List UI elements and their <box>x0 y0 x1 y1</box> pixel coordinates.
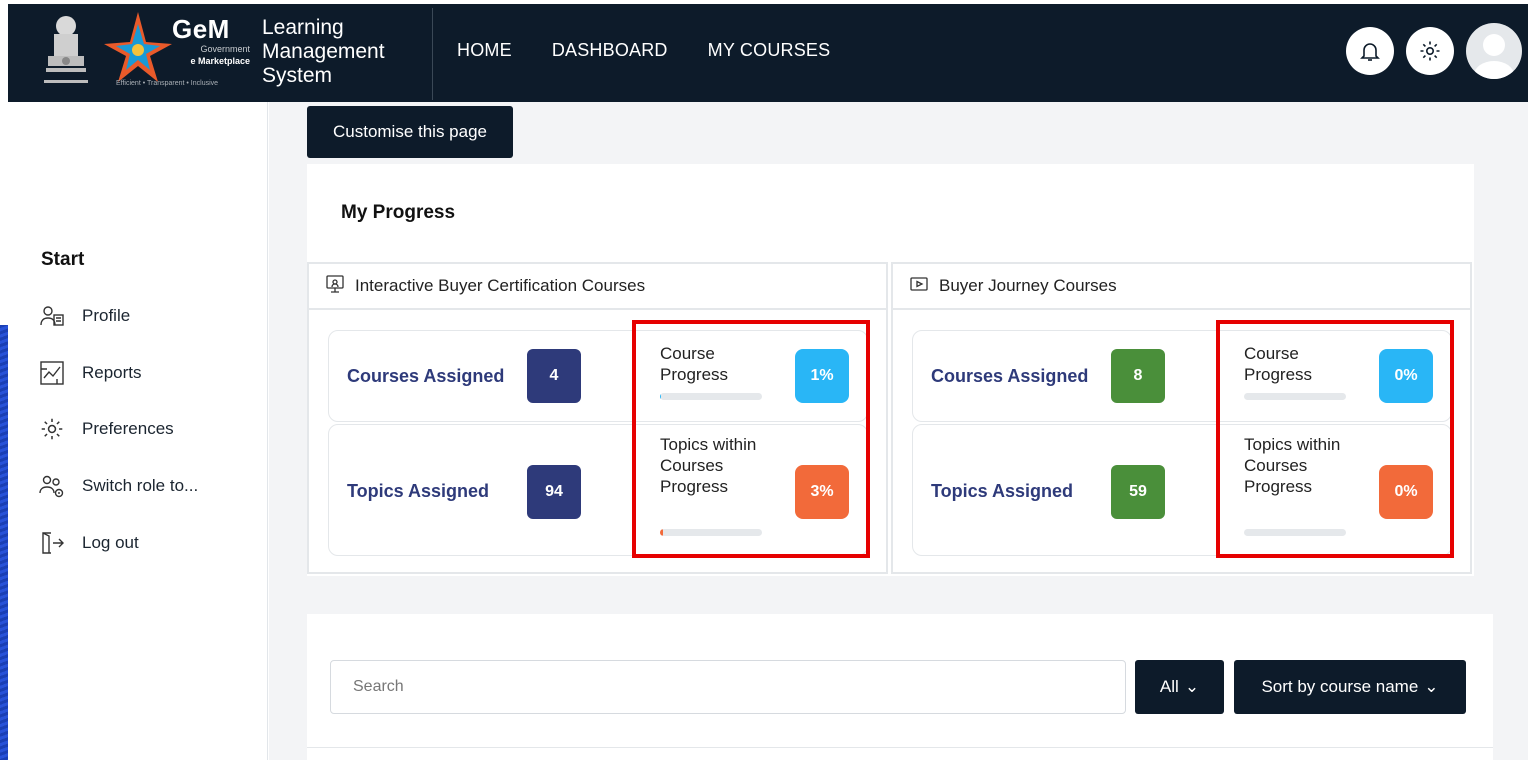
chevron-down-icon: ⌄ <box>1184 677 1200 696</box>
main-nav: HOME DASHBOARD MY COURSES <box>457 40 830 61</box>
courses-assigned-count: 4 <box>527 349 581 403</box>
national-emblem-icon <box>44 16 88 83</box>
sidebar: Start Profile Reports Preferences Switch… <box>8 102 268 760</box>
gear-icon <box>1420 41 1440 61</box>
highlight-box <box>632 320 870 558</box>
sidebar-item-switch-role[interactable]: Switch role to... <box>38 472 198 500</box>
panel-header: Buyer Journey Courses <box>893 264 1470 310</box>
gem-subtitle-government: Government <box>200 44 250 54</box>
left-edge <box>0 0 8 760</box>
lms-title: Learning Management System <box>262 16 385 87</box>
filter-dropdown[interactable]: All ⌄ <box>1135 660 1224 714</box>
sidebar-item-logout[interactable]: Log out <box>38 529 139 557</box>
switch-role-icon <box>38 472 66 500</box>
panel-header: Interactive Buyer Certification Courses <box>309 264 886 310</box>
video-icon <box>909 274 929 299</box>
sidebar-item-label: Preferences <box>82 419 174 438</box>
sidebar-item-preferences[interactable]: Preferences <box>38 415 174 443</box>
courses-assigned-label: Courses Assigned <box>931 366 1089 386</box>
topics-assigned-label: Topics Assigned <box>347 481 490 501</box>
sidebar-item-profile[interactable]: Profile <box>38 302 130 330</box>
topics-assigned-label: Topics Assigned <box>931 481 1074 501</box>
nav-dashboard[interactable]: DASHBOARD <box>552 40 668 61</box>
sidebar-item-label: Log out <box>82 533 139 552</box>
courses-assigned-label: Courses Assigned <box>347 366 505 386</box>
courses-assigned-count: 8 <box>1111 349 1165 403</box>
user-avatar-icon <box>1474 34 1514 79</box>
gear-icon <box>38 415 66 443</box>
gem-tagline: Efficient • Transparent • Inclusive <box>116 80 219 87</box>
my-progress-title: My Progress <box>341 202 456 223</box>
user-avatar[interactable] <box>1466 23 1522 79</box>
profile-icon <box>38 302 66 330</box>
chevron-down-icon: ⌄ <box>1424 677 1439 696</box>
filter-label: All <box>1159 677 1179 696</box>
sidebar-title: Start <box>41 249 85 270</box>
sidebar-item-reports[interactable]: Reports <box>38 359 142 387</box>
topics-assigned-count: 59 <box>1111 465 1165 519</box>
notifications-button[interactable] <box>1346 27 1394 75</box>
reports-icon <box>38 359 66 387</box>
highlight-box <box>1216 320 1454 558</box>
bell-icon <box>1360 43 1380 61</box>
course-overview-card: All ⌄ Sort by course name ⌄ <box>307 614 1493 760</box>
presentation-icon <box>325 274 345 299</box>
panel-title: Buyer Journey Courses <box>939 276 1117 295</box>
settings-button[interactable] <box>1406 27 1454 75</box>
panel-title: Interactive Buyer Certification Courses <box>355 276 646 295</box>
sort-label: Sort by course name <box>1261 677 1419 696</box>
customise-page-button[interactable]: Customise this page <box>307 106 513 158</box>
sidebar-item-label: Profile <box>82 306 131 325</box>
header-divider <box>432 8 433 100</box>
top-navbar: GeM Government e Marketplace Efficient •… <box>8 4 1528 102</box>
nav-home[interactable]: HOME <box>457 40 512 61</box>
gem-title: GeM <box>172 14 230 44</box>
topics-assigned-count: 94 <box>527 465 581 519</box>
sidebar-item-label: Switch role to... <box>82 476 199 495</box>
sort-dropdown[interactable]: Sort by course name ⌄ <box>1234 660 1466 714</box>
gem-subtitle-marketplace: e Marketplace <box>190 56 250 66</box>
nav-my-courses[interactable]: MY COURSES <box>708 40 831 61</box>
sidebar-item-label: Reports <box>82 363 142 382</box>
logout-icon <box>38 529 66 557</box>
search-input[interactable] <box>330 660 1126 714</box>
divider <box>307 747 1493 748</box>
